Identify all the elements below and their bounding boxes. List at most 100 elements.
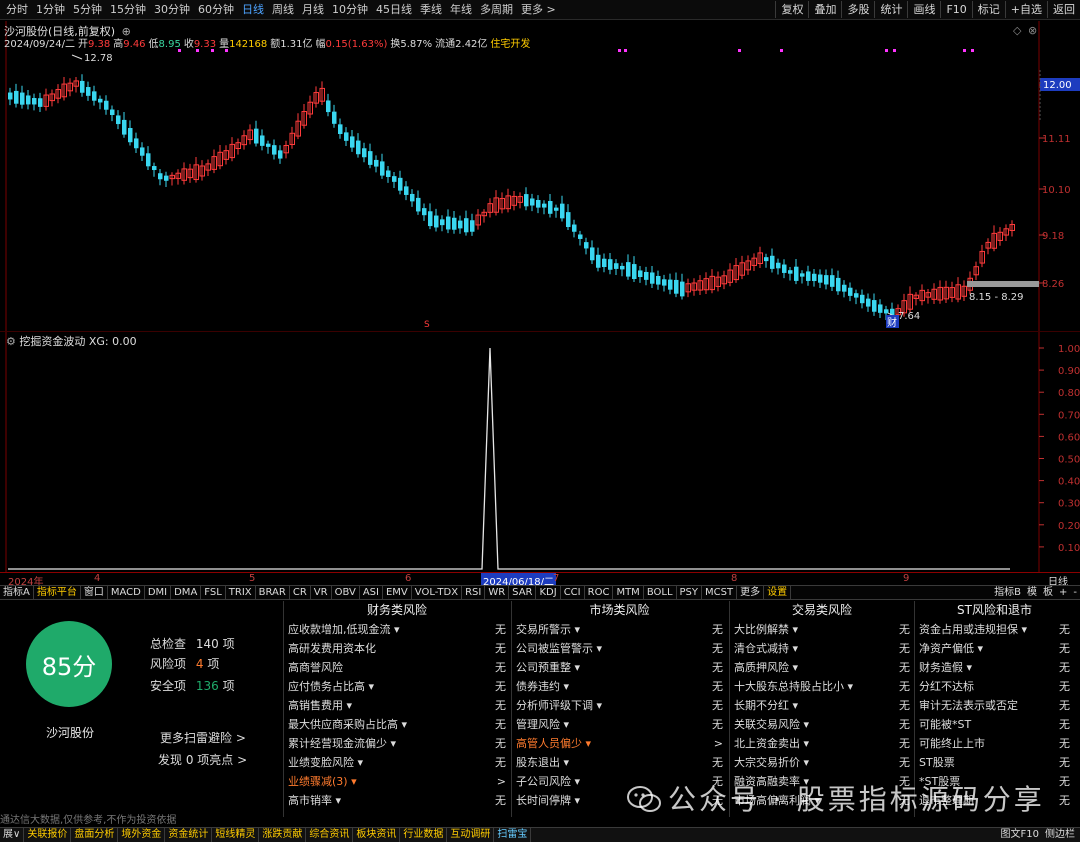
indicator-tab[interactable]: DMI bbox=[145, 586, 172, 600]
risk-row[interactable]: 高销售费用 ▾ 无 bbox=[284, 696, 510, 715]
status-right-item[interactable]: 侧边栏 bbox=[1042, 828, 1078, 842]
risk-row[interactable]: 高质押风险 ▾ 无 bbox=[730, 658, 914, 677]
period-tab[interactable]: 分时 bbox=[2, 3, 32, 17]
risk-row[interactable]: 高商誉风险 无 bbox=[284, 658, 510, 677]
risk-row[interactable]: 大比例解禁 ▾ 无 bbox=[730, 620, 914, 639]
risk-row[interactable]: 公司预重整 ▾ 无 bbox=[512, 658, 727, 677]
risk-row[interactable]: 累计经营现金流偏少 ▾ 无 bbox=[284, 734, 510, 753]
tool-button[interactable]: 复权 bbox=[775, 1, 808, 18]
status-item[interactable]: 综合资讯 bbox=[306, 828, 354, 842]
period-tab[interactable]: 60分钟 bbox=[194, 3, 238, 17]
indicator-tab[interactable]: TRIX bbox=[226, 586, 256, 600]
indicator-tab[interactable]: KDJ bbox=[536, 586, 561, 600]
indicator-tab[interactable]: WR bbox=[485, 586, 510, 600]
period-tab[interactable]: 更多 > bbox=[517, 3, 560, 17]
tool-button[interactable]: 叠加 bbox=[808, 1, 841, 18]
score-circle[interactable]: 85分 bbox=[26, 621, 112, 707]
period-tab[interactable]: 年线 bbox=[446, 3, 476, 17]
indicator-tab[interactable]: RSI bbox=[462, 586, 486, 600]
more-scan-link[interactable]: 更多扫雷避险 > bbox=[160, 729, 246, 746]
indicator-tab[interactable]: 指标平台 bbox=[34, 586, 81, 600]
indicator-tab[interactable]: 更多 bbox=[737, 586, 765, 600]
candlestick-chart[interactable]: 11.11 10.10 9.18 8.26 12.00 12.78 7.64 8.15 - 8… bbox=[0, 21, 1080, 331]
status-right-item[interactable]: 图文F10 bbox=[998, 828, 1042, 842]
status-item[interactable]: 互动调研 bbox=[447, 828, 495, 842]
risk-row[interactable]: 北上资金卖出 ▾ 无 bbox=[730, 734, 914, 753]
risk-row[interactable]: 股东退出 ▾ 无 bbox=[512, 753, 727, 772]
status-item[interactable]: 盘面分析 bbox=[71, 828, 119, 842]
period-tab[interactable]: 多周期 bbox=[476, 3, 517, 17]
indicator-tab[interactable]: MCST bbox=[702, 586, 738, 600]
risk-row[interactable]: 业绩骤减(3) ▾ > bbox=[284, 772, 510, 791]
status-item[interactable]: 涨跌贡献 bbox=[259, 828, 307, 842]
indicator-pane[interactable]: 1.00 0.90 0.80 0.70 0.60 0.50 0.40 0.30 0.20 0.10… bbox=[0, 331, 1080, 572]
status-item[interactable]: 境外资金 bbox=[118, 828, 166, 842]
tool-button[interactable]: F10 bbox=[940, 1, 971, 18]
period-tab[interactable]: 5分钟 bbox=[69, 3, 106, 17]
period-tab[interactable]: 季线 bbox=[416, 3, 446, 17]
period-tab[interactable]: 15分钟 bbox=[106, 3, 150, 17]
risk-row[interactable]: 清仓式减持 ▾ 无 bbox=[730, 639, 914, 658]
indicator-tab-right[interactable]: - bbox=[1070, 586, 1080, 600]
period-tab[interactable]: 1分钟 bbox=[32, 3, 69, 17]
risk-row[interactable]: 财务造假 ▾ 无 bbox=[915, 658, 1074, 677]
risk-row[interactable]: 净资产偏低 ▾ 无 bbox=[915, 639, 1074, 658]
indicator-tab-right[interactable]: 板 bbox=[1040, 586, 1056, 600]
risk-row[interactable]: 关联交易风险 ▾ 无 bbox=[730, 715, 914, 734]
tool-button[interactable]: 统计 bbox=[874, 1, 907, 18]
status-item[interactable]: 行业数据 bbox=[400, 828, 448, 842]
risk-row[interactable]: 管理风险 ▾ 无 bbox=[512, 715, 727, 734]
indicator-tab[interactable]: MACD bbox=[108, 586, 145, 600]
indicator-tab[interactable]: VOL-TDX bbox=[412, 586, 463, 600]
risk-row[interactable]: 高研发费用资本化 无 bbox=[284, 639, 510, 658]
indicator-tab[interactable]: FSL bbox=[201, 586, 226, 600]
risk-row[interactable]: 高市销率 ▾ 无 bbox=[284, 791, 510, 810]
risk-row[interactable]: 可能终止上市 无 bbox=[915, 734, 1074, 753]
indicator-tab[interactable]: MTM bbox=[613, 586, 644, 600]
status-item[interactable]: 扫雷宝 bbox=[494, 828, 532, 842]
risk-row[interactable]: 可能被*ST 无 bbox=[915, 715, 1074, 734]
indicator-tab[interactable]: 设置 bbox=[764, 586, 792, 600]
indicator-tab[interactable]: 窗口 bbox=[81, 586, 108, 600]
tool-button[interactable]: 返回 bbox=[1047, 1, 1080, 18]
tool-button[interactable]: 画线 bbox=[907, 1, 940, 18]
period-tab[interactable]: 10分钟 bbox=[328, 3, 372, 17]
indicator-tab[interactable]: 指标A bbox=[0, 586, 34, 600]
period-tab[interactable]: 月线 bbox=[298, 3, 328, 17]
indicator-tab[interactable]: BOLL bbox=[644, 586, 677, 600]
risk-row[interactable]: 审计无法表示或否定 无 bbox=[915, 696, 1074, 715]
highlights-link[interactable]: 发现 0 项亮点 > bbox=[158, 751, 247, 768]
indicator-tab-right[interactable]: + bbox=[1056, 586, 1070, 600]
tool-button[interactable]: 多股 bbox=[841, 1, 874, 18]
risk-row[interactable]: 高管人员偏少 ▾ > bbox=[512, 734, 727, 753]
risk-row[interactable]: 大宗交易折价 ▾ 无 bbox=[730, 753, 914, 772]
status-item[interactable]: 短线精灵 bbox=[212, 828, 260, 842]
indicator-tab[interactable]: CR bbox=[290, 586, 311, 600]
settings-icon[interactable]: ⚙ bbox=[6, 335, 16, 348]
indicator-tab-right[interactable]: 指标B bbox=[991, 586, 1024, 600]
risk-row[interactable]: 十大股东总持股占比小 ▾ 无 bbox=[730, 677, 914, 696]
status-item[interactable]: 资金统计 bbox=[165, 828, 213, 842]
status-item[interactable]: 关联报价 bbox=[24, 828, 72, 842]
indicator-tab[interactable]: BRAR bbox=[256, 586, 290, 600]
risk-row[interactable]: ST股票 无 bbox=[915, 753, 1074, 772]
indicator-tab[interactable]: ASI bbox=[360, 586, 383, 600]
risk-row[interactable]: 分红不达标 无 bbox=[915, 677, 1074, 696]
risk-row[interactable]: 债券违约 ▾ 无 bbox=[512, 677, 727, 696]
indicator-tab[interactable]: EMV bbox=[383, 586, 412, 600]
indicator-tab[interactable]: CCI bbox=[561, 586, 585, 600]
indicator-tab[interactable]: OBV bbox=[332, 586, 360, 600]
status-item[interactable]: 展∨ bbox=[0, 828, 25, 842]
period-tab[interactable]: 30分钟 bbox=[150, 3, 194, 17]
risk-row[interactable]: 最大供应商采购占比高 ▾ 无 bbox=[284, 715, 510, 734]
indicator-tab-right[interactable]: 模 bbox=[1024, 586, 1040, 600]
tool-button[interactable]: +自选 bbox=[1004, 1, 1047, 18]
risk-row[interactable]: 分析师评级下调 ▾ 无 bbox=[512, 696, 727, 715]
risk-row[interactable]: 应收款增加,低现金流 ▾ 无 bbox=[284, 620, 510, 639]
period-tab[interactable]: 日线 bbox=[238, 3, 268, 17]
indicator-tab[interactable]: SAR bbox=[509, 586, 537, 600]
risk-row[interactable]: 应付债务占比高 ▾ 无 bbox=[284, 677, 510, 696]
risk-row[interactable]: 业绩变脸风险 ▾ 无 bbox=[284, 753, 510, 772]
risk-row[interactable]: 资金占用或违规担保 ▾ 无 bbox=[915, 620, 1074, 639]
indicator-tab[interactable]: PSY bbox=[677, 586, 703, 600]
